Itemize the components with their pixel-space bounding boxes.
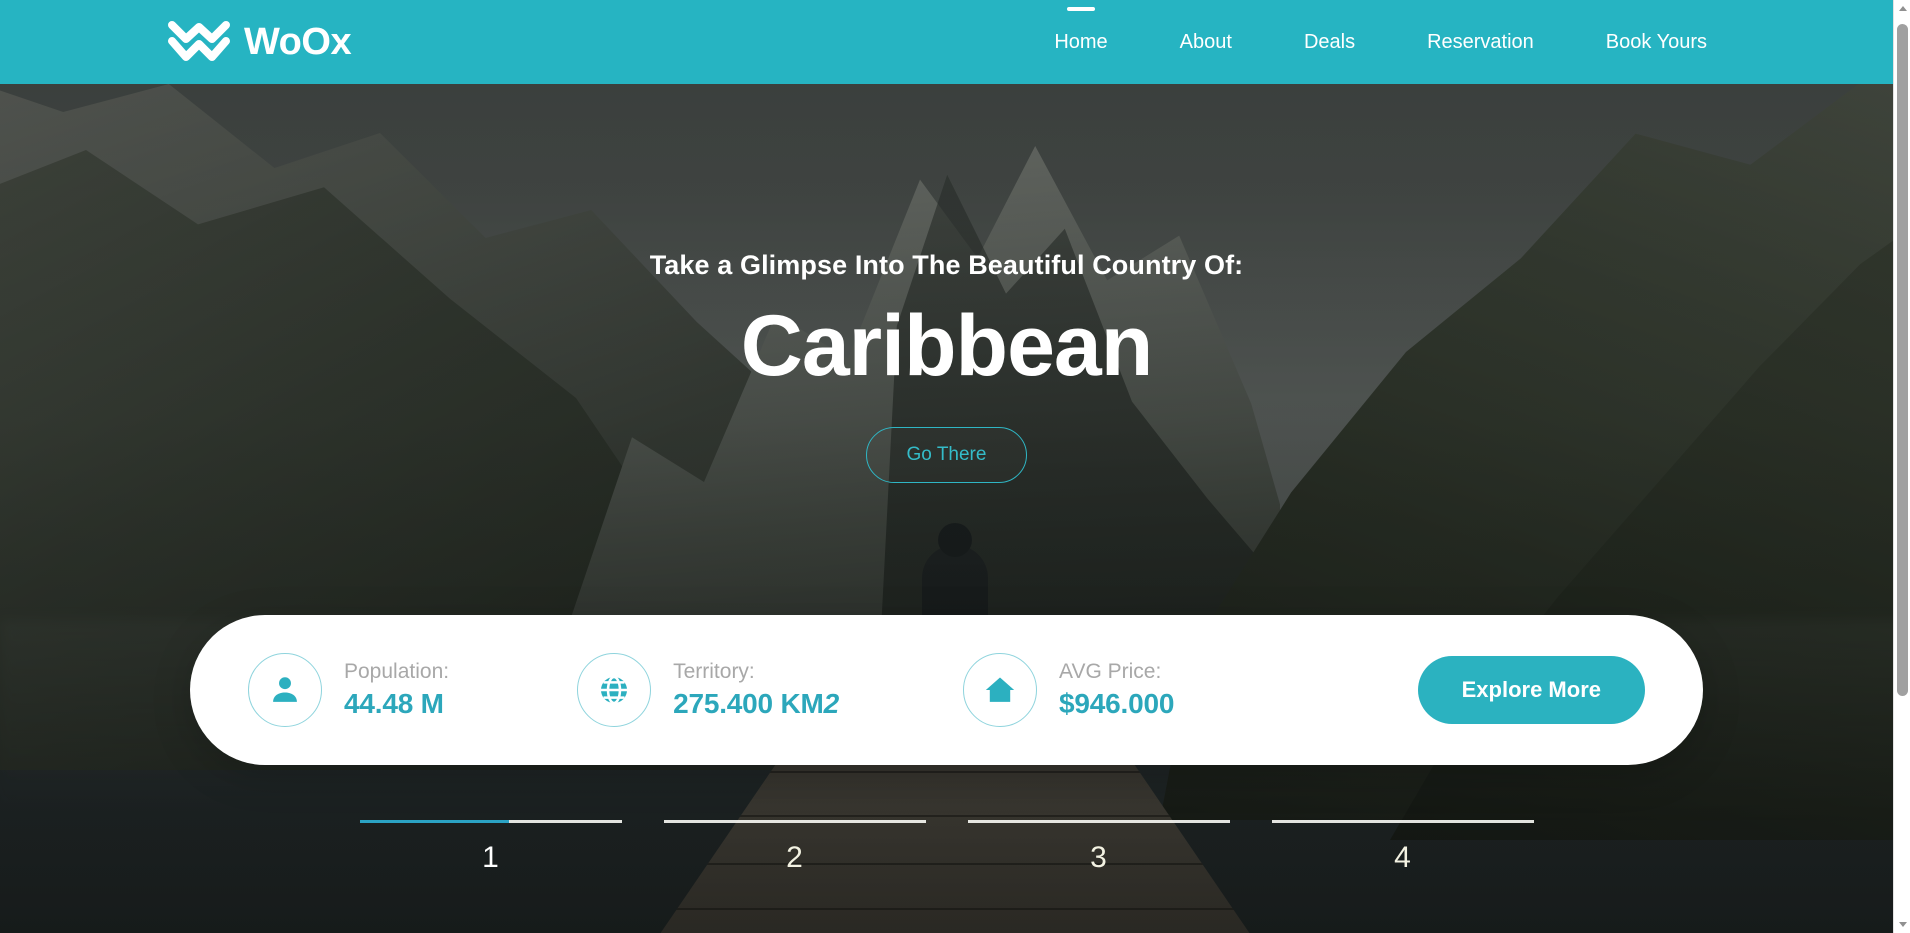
home-icon: [963, 653, 1038, 727]
stat-population: Population: 44.48 M: [248, 653, 449, 727]
nav-item-about[interactable]: About: [1144, 31, 1268, 54]
stat-label-avg-price: AVG Price:: [1059, 660, 1162, 683]
brand-logo[interactable]: WoOx: [168, 19, 352, 65]
hero-title: Caribbean: [740, 298, 1154, 394]
nav-item-deals[interactable]: Deals: [1268, 31, 1391, 54]
person-icon: [248, 653, 322, 727]
stat-value-territory: 275.400 KM2: [673, 688, 839, 720]
slide-number-2: 2: [786, 841, 803, 874]
slider-pagination: 1 2 3 4: [0, 820, 1893, 875]
main-navigation: Home About Deals Reservation Book Yours: [1018, 31, 1743, 54]
stat-label-territory: Territory:: [673, 660, 755, 683]
scroll-up-arrow-icon[interactable]: [1894, 0, 1910, 17]
scroll-down-arrow-icon[interactable]: [1894, 916, 1910, 933]
stat-territory: Territory: 275.400 KM2: [577, 653, 839, 727]
page-scrollbar[interactable]: [1893, 0, 1910, 933]
brand-name: WoOx: [244, 20, 352, 63]
stat-value-territory-number: 275.400 KM: [673, 688, 824, 719]
slide-indicator-1[interactable]: 1: [359, 820, 622, 875]
slide-number-4: 4: [1394, 841, 1411, 874]
hero-eyebrow: Take a Glimpse Into The Beautiful Countr…: [649, 250, 1244, 280]
slide-number-3: 3: [1090, 841, 1107, 874]
scrollbar-thumb[interactable]: [1897, 24, 1908, 696]
double-chevron-logo-icon: [168, 19, 230, 65]
nav-item-reservation[interactable]: Reservation: [1391, 31, 1570, 54]
go-there-button[interactable]: Go There: [866, 427, 1027, 483]
slide-indicator-2[interactable]: 2: [663, 820, 926, 875]
page-viewport: WoOx Home About Deals Reservation Book Y…: [0, 0, 1910, 933]
explore-more-button[interactable]: Explore More: [1417, 656, 1645, 724]
stat-value-avg-price: $946.000: [1059, 688, 1175, 719]
slide-progress-bar-2: [663, 820, 926, 823]
stat-value-population: 44.48 M: [344, 688, 444, 719]
nav-item-home[interactable]: Home: [1018, 31, 1143, 54]
stats-card: Population: 44.48 M Territory: 275.400 K…: [190, 615, 1703, 765]
nav-item-book-yours[interactable]: Book Yours: [1570, 31, 1743, 54]
slide-progress-bar-4: [1271, 820, 1534, 823]
globe-icon: [577, 653, 652, 727]
stat-label-population: Population:: [344, 660, 450, 683]
slide-progress-bar-3: [967, 820, 1230, 823]
site-header: WoOx Home About Deals Reservation Book Y…: [0, 0, 1893, 84]
slide-progress-bar-1: [359, 820, 622, 823]
slide-indicator-3[interactable]: 3: [967, 820, 1230, 875]
slide-number-1: 1: [482, 841, 499, 874]
hero-content: Take a Glimpse Into The Beautiful Countr…: [0, 84, 1893, 483]
stat-avg-price: AVG Price: $946.000: [963, 653, 1174, 727]
stat-value-territory-superscript: 2: [823, 688, 840, 719]
slide-indicator-4[interactable]: 4: [1271, 820, 1534, 875]
